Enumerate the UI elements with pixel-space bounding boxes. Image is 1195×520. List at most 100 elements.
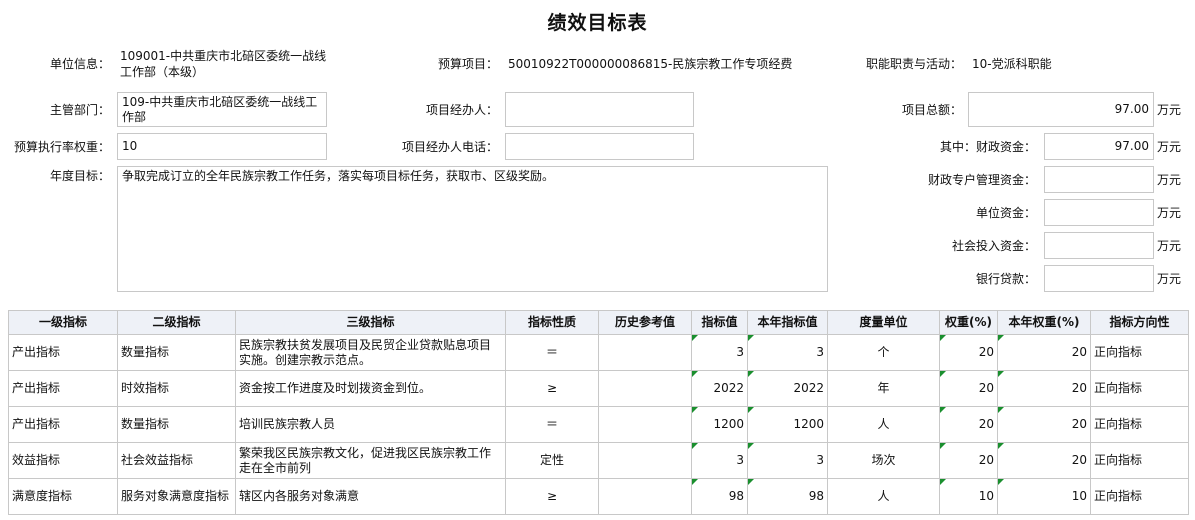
cell-level3: 繁荣我区民族宗教文化，促进我区民族宗教工作走在全市前列 bbox=[235, 442, 506, 479]
cell-level2: 数量指标 bbox=[117, 334, 236, 371]
social-fund-field[interactable] bbox=[1044, 232, 1154, 259]
header-year-target: 本年指标值 bbox=[747, 310, 828, 335]
cell-year-weight[interactable]: 20 bbox=[997, 334, 1091, 371]
header-level1: 一级指标 bbox=[8, 310, 118, 335]
dept-label: 主管部门： bbox=[49, 103, 110, 117]
cell-target[interactable]: 1200 bbox=[691, 406, 748, 443]
cell-year-weight[interactable]: 10 bbox=[997, 478, 1091, 515]
cell-year-target[interactable]: 1200 bbox=[747, 406, 828, 443]
header-year-weight: 本年权重(%) bbox=[997, 310, 1091, 335]
weight-field[interactable]: 10 bbox=[117, 133, 327, 160]
manager-field[interactable] bbox=[505, 92, 694, 127]
budget-item-label: 预算项目： bbox=[437, 57, 498, 71]
bank-loan-unit: 万元 bbox=[1157, 272, 1182, 286]
header-direction: 指标方向性 bbox=[1090, 310, 1189, 335]
manager-label: 项目经办人： bbox=[425, 103, 498, 117]
cell-nature: ≥ bbox=[505, 370, 599, 407]
cell-level1: 效益指标 bbox=[8, 442, 118, 479]
indicator-table: 一级指标 二级指标 三级指标 指标性质 历史参考值 指标值 本年指标值 度量单位… bbox=[8, 310, 1189, 515]
cell-level2: 服务对象满意度指标 bbox=[117, 478, 236, 515]
cell-measure-unit: 个 bbox=[827, 334, 940, 371]
cell-year-weight[interactable]: 20 bbox=[997, 370, 1091, 407]
phone-field[interactable] bbox=[505, 133, 694, 160]
cell-history[interactable] bbox=[598, 406, 692, 443]
goal-field[interactable]: 争取完成订立的全年民族宗教工作任务，落实每项目标任务，获取市、区级奖励。 bbox=[117, 166, 828, 292]
unit-fund-label: 单位资金： bbox=[975, 206, 1036, 220]
cell-year-target[interactable]: 3 bbox=[747, 334, 828, 371]
cell-nature: ≥ bbox=[505, 478, 599, 515]
cell-direction: 正向指标 bbox=[1090, 442, 1189, 479]
cell-measure-unit: 年 bbox=[827, 370, 940, 407]
special-fund-label: 财政专户管理资金： bbox=[927, 173, 1036, 187]
table-row: 满意度指标 服务对象满意度指标 辖区内各服务对象满意 ≥ 98 98 人 10 … bbox=[8, 478, 1189, 515]
header-target: 指标值 bbox=[691, 310, 748, 335]
cell-level1: 产出指标 bbox=[8, 406, 118, 443]
total-field[interactable]: 97.00 bbox=[968, 92, 1154, 127]
table-header-row: 一级指标 二级指标 三级指标 指标性质 历史参考值 指标值 本年指标值 度量单位… bbox=[8, 310, 1189, 335]
header-level3: 三级指标 bbox=[235, 310, 506, 335]
unit-info-label: 单位信息： bbox=[49, 57, 110, 71]
cell-history[interactable] bbox=[598, 370, 692, 407]
cell-level2: 数量指标 bbox=[117, 406, 236, 443]
social-fund-label: 社会投入资金： bbox=[951, 239, 1036, 253]
cell-year-target[interactable]: 2022 bbox=[747, 370, 828, 407]
cell-level3: 资金按工作进度及时划拨资金到位。 bbox=[235, 370, 506, 407]
social-fund-unit: 万元 bbox=[1157, 239, 1182, 253]
dept-field[interactable]: 109-中共重庆市北碚区委统一战线工作部 bbox=[117, 92, 327, 127]
table-row: 产出指标 数量指标 民族宗教扶贫发展项目及民贸企业贷款贴息项目实施。创建宗教示范… bbox=[8, 334, 1189, 371]
cell-history[interactable] bbox=[598, 442, 692, 479]
duty-value: 10-党派科职能 bbox=[972, 57, 1052, 71]
header-measure-unit: 度量单位 bbox=[827, 310, 940, 335]
phone-label: 项目经办人电话： bbox=[401, 140, 498, 154]
cell-year-weight[interactable]: 20 bbox=[997, 442, 1091, 479]
cell-weight[interactable]: 20 bbox=[939, 370, 998, 407]
cell-weight[interactable]: 20 bbox=[939, 406, 998, 443]
page-title: 绩效目标表 bbox=[547, 12, 648, 34]
cell-target[interactable]: 2022 bbox=[691, 370, 748, 407]
goal-label: 年度目标： bbox=[49, 169, 110, 183]
cell-weight[interactable]: 20 bbox=[939, 334, 998, 371]
cell-direction: 正向指标 bbox=[1090, 478, 1189, 515]
cell-level3: 民族宗教扶贫发展项目及民贸企业贷款贴息项目实施。创建宗教示范点。 bbox=[235, 334, 506, 371]
header-weight: 权重(%) bbox=[939, 310, 998, 335]
cell-direction: 正向指标 bbox=[1090, 370, 1189, 407]
cell-measure-unit: 场次 bbox=[827, 442, 940, 479]
cell-measure-unit: 人 bbox=[827, 478, 940, 515]
header-nature: 指标性质 bbox=[505, 310, 599, 335]
cell-level1: 产出指标 bbox=[8, 370, 118, 407]
table-row: 效益指标 社会效益指标 繁荣我区民族宗教文化，促进我区民族宗教工作走在全市前列 … bbox=[8, 442, 1189, 479]
bank-loan-label: 银行贷款： bbox=[975, 272, 1036, 286]
header-level2: 二级指标 bbox=[117, 310, 236, 335]
weight-label: 预算执行率权重： bbox=[13, 140, 110, 154]
cell-nature: 定性 bbox=[505, 442, 599, 479]
cell-target[interactable]: 98 bbox=[691, 478, 748, 515]
cell-history[interactable] bbox=[598, 334, 692, 371]
fin-fund-field[interactable]: 97.00 bbox=[1044, 133, 1154, 160]
cell-level2: 时效指标 bbox=[117, 370, 236, 407]
cell-level1: 产出指标 bbox=[8, 334, 118, 371]
cell-level2: 社会效益指标 bbox=[117, 442, 236, 479]
cell-target[interactable]: 3 bbox=[691, 442, 748, 479]
cell-year-target[interactable]: 98 bbox=[747, 478, 828, 515]
cell-level3: 辖区内各服务对象满意 bbox=[235, 478, 506, 515]
cell-history[interactable] bbox=[598, 478, 692, 515]
table-row: 产出指标 时效指标 资金按工作进度及时划拨资金到位。 ≥ 2022 2022 年… bbox=[8, 370, 1189, 407]
cell-year-weight[interactable]: 20 bbox=[997, 406, 1091, 443]
cell-weight[interactable]: 20 bbox=[939, 442, 998, 479]
cell-weight[interactable]: 10 bbox=[939, 478, 998, 515]
cell-target[interactable]: 3 bbox=[691, 334, 748, 371]
cell-year-target[interactable]: 3 bbox=[747, 442, 828, 479]
cell-measure-unit: 人 bbox=[827, 406, 940, 443]
fin-fund-unit: 万元 bbox=[1157, 140, 1182, 154]
unit-fund-field[interactable] bbox=[1044, 199, 1154, 226]
total-label: 项目总额： bbox=[901, 103, 962, 117]
cell-nature: ＝ bbox=[505, 406, 599, 443]
special-fund-unit: 万元 bbox=[1157, 173, 1182, 187]
cell-direction: 正向指标 bbox=[1090, 334, 1189, 371]
cell-nature: ＝ bbox=[505, 334, 599, 371]
cell-level3: 培训民族宗教人员 bbox=[235, 406, 506, 443]
cell-direction: 正向指标 bbox=[1090, 406, 1189, 443]
bank-loan-field[interactable] bbox=[1044, 265, 1154, 292]
unit-fund-unit: 万元 bbox=[1157, 206, 1182, 220]
special-fund-field[interactable] bbox=[1044, 166, 1154, 193]
